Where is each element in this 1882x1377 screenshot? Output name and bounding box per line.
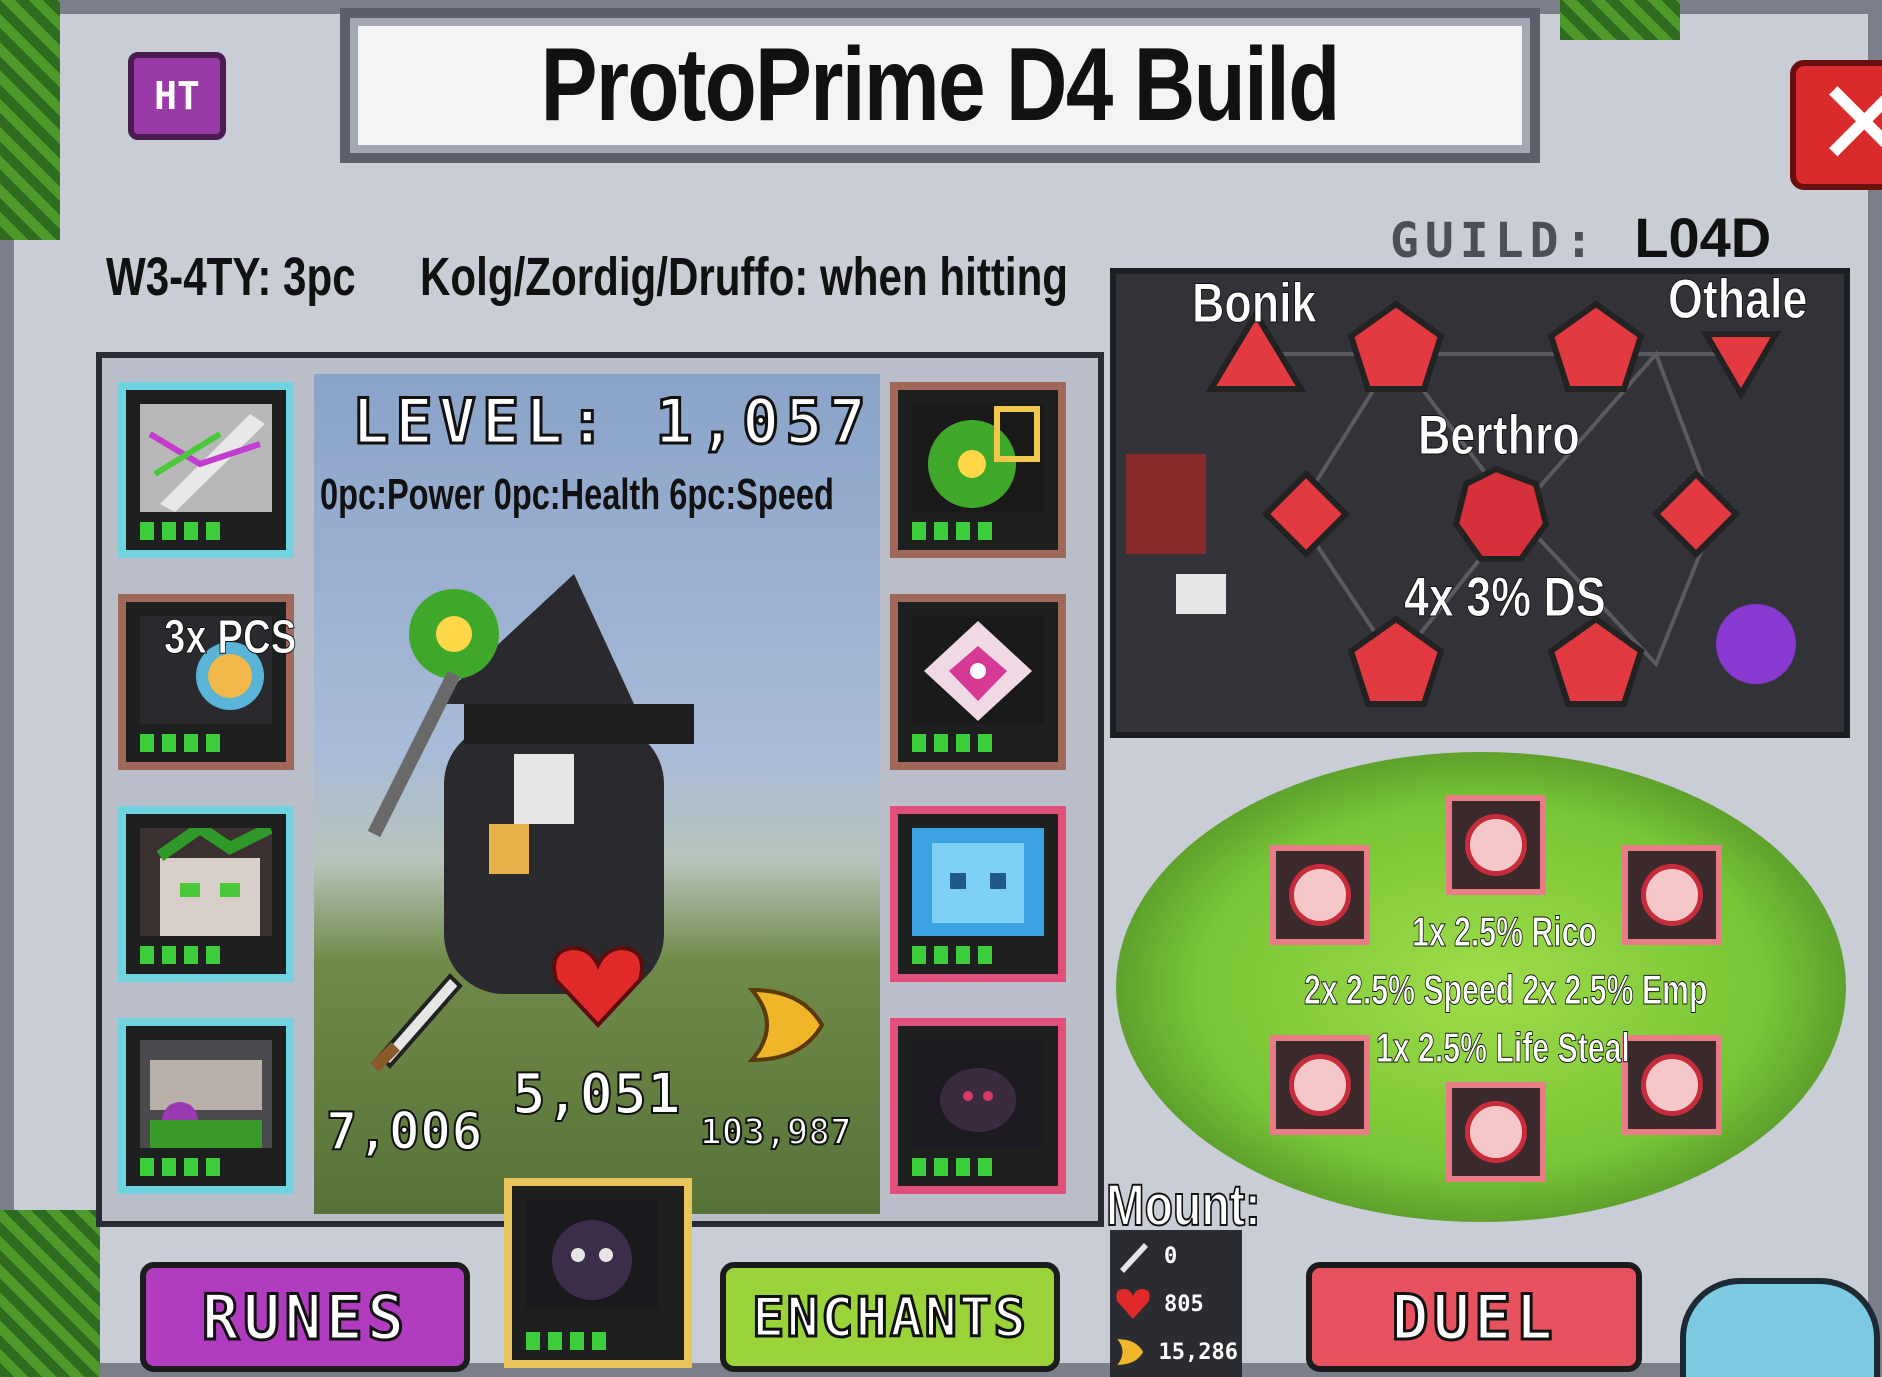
upgrade-pips xyxy=(912,734,992,752)
cauldron-skull-slot[interactable] xyxy=(1622,845,1722,945)
purple-orb-icon xyxy=(1716,604,1796,684)
upgrade-pips xyxy=(140,946,220,964)
sword-icon xyxy=(1120,1243,1148,1273)
slot-boots[interactable] xyxy=(118,1018,294,1194)
slot-spider[interactable] xyxy=(890,1018,1066,1194)
guild-name: L04D xyxy=(1634,206,1772,269)
close-icon: ✕ xyxy=(1814,55,1882,194)
heart-icon xyxy=(1116,1289,1150,1319)
runes-button[interactable]: RUNES xyxy=(140,1262,470,1372)
cauldron-skull-slot[interactable] xyxy=(1270,845,1370,945)
red-skull-icon xyxy=(1289,864,1351,926)
title-banner: ProtoPrime D4 Build xyxy=(340,8,1540,163)
stat-speed: 103,987 xyxy=(699,1111,853,1154)
mount-health: 805 xyxy=(1164,1291,1204,1317)
cauldron-bonus-3: 1x 2.5% Life Steal xyxy=(1376,1024,1631,1072)
spider-icon xyxy=(912,1040,1044,1148)
dark-pet-icon xyxy=(526,1200,658,1308)
upgrade-pips xyxy=(912,946,992,964)
skull-armor-icon xyxy=(140,828,272,936)
red-skull-icon xyxy=(1641,1054,1703,1116)
mount-label: Mount: xyxy=(1105,1172,1261,1239)
talent-tree xyxy=(1126,300,1796,707)
boots-icon xyxy=(140,1040,272,1148)
red-skull-icon xyxy=(1465,1101,1527,1163)
caption-left: W3-4TY: 3pc xyxy=(106,247,356,307)
upgrade-pips xyxy=(912,522,992,540)
upgrade-pips xyxy=(912,1158,992,1176)
cauldron-bonus-2: 2x 2.5% Speed 2x 2.5% Emp xyxy=(1304,966,1708,1014)
talent-board xyxy=(1110,268,1850,738)
ice-golem-icon xyxy=(912,828,1044,936)
talent-bonus: 4x 3% DS xyxy=(1404,565,1607,629)
slot-armor[interactable] xyxy=(118,806,294,982)
talent-gem[interactable] xyxy=(1452,465,1550,562)
close-button[interactable]: ✕ xyxy=(1790,60,1882,190)
talent-gem[interactable] xyxy=(1651,469,1741,559)
stat-power: 7,006 xyxy=(325,1101,484,1163)
green-orb-icon xyxy=(912,404,1044,512)
ht-badge[interactable]: HT xyxy=(128,52,226,140)
page-title: ProtoPrime D4 Build xyxy=(540,27,1341,143)
cauldron-bonus-1: 1x 2.5% Rico xyxy=(1412,908,1598,956)
pet-slot[interactable] xyxy=(504,1178,692,1368)
guild-info: GUILD: L04D xyxy=(1390,205,1771,270)
vine-decoration xyxy=(0,0,60,240)
slot-orb[interactable] xyxy=(890,382,1066,558)
duel-button[interactable]: DUEL xyxy=(1306,1262,1642,1372)
red-skull-icon xyxy=(1289,1054,1351,1116)
slot-weapon[interactable] xyxy=(118,382,294,558)
enchants-button[interactable]: ENCHANTS xyxy=(720,1262,1060,1372)
talent-name-left: Bonik xyxy=(1192,271,1317,335)
guild-separator: : xyxy=(1564,213,1600,269)
talent-gem[interactable] xyxy=(1347,300,1445,392)
mount-stats: 0 805 15,286 xyxy=(1110,1230,1242,1377)
upgrade-pips xyxy=(140,1158,220,1176)
cauldron-skull-slot[interactable] xyxy=(1270,1035,1370,1135)
upgrade-pips xyxy=(526,1332,606,1350)
talent-gem[interactable] xyxy=(1261,469,1351,559)
pink-crystal-icon xyxy=(912,616,1044,724)
blue-mascot[interactable] xyxy=(1680,1278,1880,1377)
set-bonus-text: 0pc:Power 0pc:Health 6pc:Speed xyxy=(320,470,834,519)
speed-icon xyxy=(1117,1339,1144,1365)
sword-icon xyxy=(370,973,463,1072)
talent-gem[interactable] xyxy=(1700,331,1782,400)
hero-level: LEVEL: 1,057 xyxy=(351,384,872,460)
game-screen: ProtoPrime D4 Build HT ✕ GUILD: L04D W3-… xyxy=(0,0,1882,1377)
pcs-note: 3x PCS xyxy=(164,611,297,665)
caption-right: Kolg/Zordig/Druffo: when hitting xyxy=(420,247,1069,307)
skull-icon xyxy=(1176,574,1226,614)
talent-gem[interactable] xyxy=(1547,300,1645,392)
talent-name-right: Othale xyxy=(1668,267,1808,331)
upgrade-pips xyxy=(140,522,220,540)
guild-label: GUILD xyxy=(1390,213,1565,269)
mount-speed: 15,286 xyxy=(1158,1339,1238,1365)
vine-decoration xyxy=(0,1210,100,1377)
book-icon xyxy=(1126,454,1206,554)
cauldron-skull-slot[interactable] xyxy=(1446,795,1546,895)
speed-icon xyxy=(747,987,825,1063)
talent-gem[interactable] xyxy=(1347,615,1445,707)
mount-power: 0 xyxy=(1164,1243,1178,1269)
heart-icon xyxy=(552,945,644,1028)
red-skull-icon xyxy=(1641,864,1703,926)
cauldron-skull-slot[interactable] xyxy=(1446,1082,1546,1182)
slot-amulet[interactable] xyxy=(890,806,1066,982)
slot-ring[interactable] xyxy=(890,594,1066,770)
upgrade-pips xyxy=(140,734,220,752)
talent-name-center: Berthro xyxy=(1418,403,1581,467)
red-skull-icon xyxy=(1465,814,1527,876)
weapon-icon xyxy=(140,404,272,512)
cauldron-skull-slot[interactable] xyxy=(1622,1035,1722,1135)
vine-decoration xyxy=(1560,0,1680,40)
stat-health: 5,051 xyxy=(511,1061,682,1128)
